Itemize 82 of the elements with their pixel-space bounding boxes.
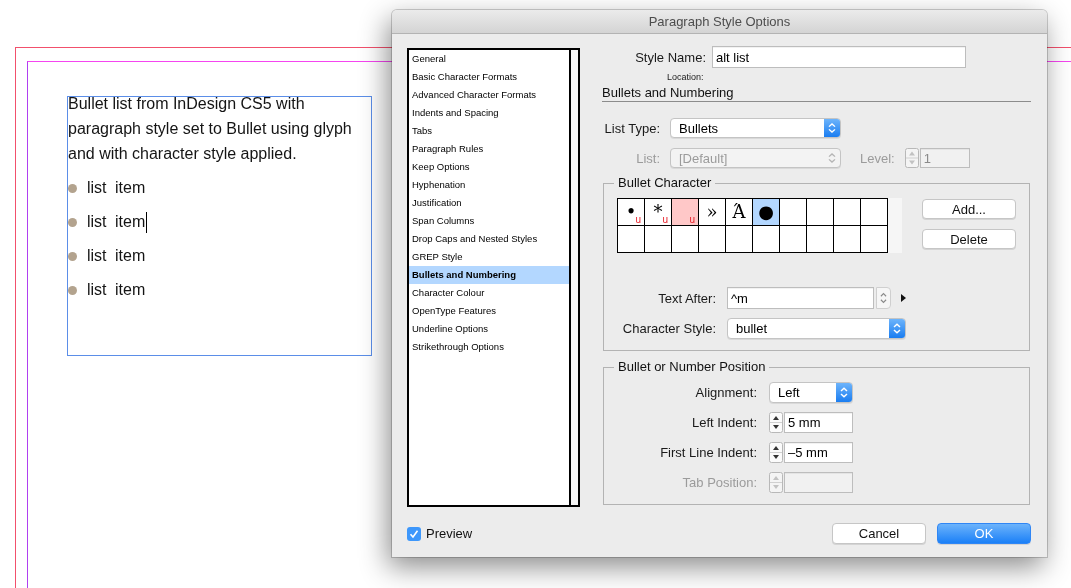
category-item[interactable]: OpenType Features xyxy=(409,302,569,320)
input-field[interactable]: –5 mm xyxy=(784,442,853,463)
category-item[interactable]: Indents and Spacing xyxy=(409,104,569,122)
category-item[interactable]: Character Colour xyxy=(409,284,569,302)
bullet-dot-icon xyxy=(68,183,77,193)
alignment-popup[interactable]: Left xyxy=(769,382,853,403)
category-item[interactable]: Tabs xyxy=(409,122,569,140)
flag-label: u xyxy=(635,214,641,225)
dialog-button[interactable]: Cancel xyxy=(832,523,926,544)
glyph-cell[interactable]: » xyxy=(699,199,725,225)
glyph-cell[interactable] xyxy=(834,199,860,225)
section-heading: Bullets and Numbering xyxy=(602,85,735,101)
group-title: Bullet Character xyxy=(617,175,713,191)
field-label: List: xyxy=(635,150,660,166)
glyph-cell[interactable] xyxy=(780,199,806,225)
glyph-cell[interactable] xyxy=(645,226,671,252)
bullet-dot-icon xyxy=(68,285,77,295)
character-style-popup[interactable]: bullet xyxy=(727,318,906,339)
bullet-dot-icon xyxy=(68,217,77,227)
list-item-text: list item xyxy=(87,247,146,265)
input-field[interactable] xyxy=(784,472,853,493)
paragraph-text: Bullet list from InDesign CS5 with paragraph style set to Bullet using glyph and with character style applied. xyxy=(68,94,353,164)
glyph-cell[interactable] xyxy=(834,226,860,252)
category-item[interactable]: Strikethrough Options xyxy=(409,338,569,356)
glyph-cell[interactable] xyxy=(780,226,806,252)
field-label: List Type: xyxy=(603,120,660,136)
glyph-cell[interactable]: ● xyxy=(753,199,779,225)
text-after-field[interactable]: ^m xyxy=(727,287,874,309)
glyph-cell[interactable] xyxy=(807,226,833,252)
field-label: Left Indent: xyxy=(690,415,757,430)
category-item[interactable]: Drop Caps and Nested Styles xyxy=(409,230,569,248)
updown-chevron-icon xyxy=(836,383,852,402)
field-label: Tab Position: xyxy=(681,475,757,490)
location-label: Location: xyxy=(667,72,705,83)
updown-chevron-icon[interactable] xyxy=(876,287,891,309)
list-item-text: list item xyxy=(87,281,146,299)
updown-chevron-icon xyxy=(889,319,905,338)
glyph-cell[interactable] xyxy=(861,226,887,252)
glyph-cell[interactable] xyxy=(672,226,698,252)
input-field[interactable]: 5 mm xyxy=(784,412,853,433)
glyph-cell[interactable] xyxy=(753,226,779,252)
checkbox[interactable] xyxy=(407,526,421,541)
field-label: Text After: xyxy=(657,290,716,306)
list-type-popup[interactable]: Bullets xyxy=(670,118,841,138)
scrollbar-track xyxy=(888,198,902,253)
glyph-cell[interactable] xyxy=(807,199,833,225)
caret-icon[interactable] xyxy=(901,294,906,302)
glyph-cell[interactable]: Ά xyxy=(726,199,752,225)
category-item[interactable]: Span Columns xyxy=(409,212,569,230)
stepper-icon[interactable] xyxy=(769,442,783,463)
flag-label: u xyxy=(689,214,695,225)
field-label: First Line Indent: xyxy=(659,445,757,460)
updown-chevron-icon xyxy=(824,119,840,137)
list-item-text: list item xyxy=(87,213,146,231)
style-name-field[interactable]: alt list xyxy=(712,46,966,68)
group-title: Bullet or Number Position xyxy=(617,359,767,375)
glyph-cell[interactable] xyxy=(618,226,644,252)
window-title: Paragraph Style Options xyxy=(648,14,791,29)
field-label: Level: xyxy=(860,150,895,166)
bullet-dot-icon xyxy=(68,251,77,261)
glyph-cell[interactable] xyxy=(699,226,725,252)
category-item[interactable]: Paragraph Rules xyxy=(409,140,569,158)
category-item[interactable]: Keep Options xyxy=(409,158,569,176)
flag-label: u xyxy=(662,214,668,225)
category-item[interactable]: Basic Character Formats xyxy=(409,68,569,86)
glyph-button[interactable]: Delete xyxy=(922,229,1016,249)
list-item-text: list item xyxy=(87,179,146,197)
stepper-icon[interactable] xyxy=(769,412,783,433)
category-item[interactable]: Bullets and Numbering xyxy=(409,266,569,284)
category-item[interactable]: Hyphenation xyxy=(409,176,569,194)
glyph-cell[interactable] xyxy=(861,199,887,225)
category-item[interactable]: General xyxy=(409,50,569,68)
field-label: Style Name: xyxy=(634,49,706,65)
glyph-button[interactable]: Add... xyxy=(922,199,1016,219)
category-item[interactable]: GREP Style xyxy=(409,248,569,266)
glyph-cell[interactable] xyxy=(726,226,752,252)
category-item[interactable]: Advanced Character Formats xyxy=(409,86,569,104)
category-item[interactable]: Underline Options xyxy=(409,320,569,338)
field-label: Character Style: xyxy=(621,321,716,336)
category-item[interactable]: Justification xyxy=(409,194,569,212)
checkbox-label: Preview xyxy=(426,526,473,541)
field-label: Alignment: xyxy=(694,385,757,400)
